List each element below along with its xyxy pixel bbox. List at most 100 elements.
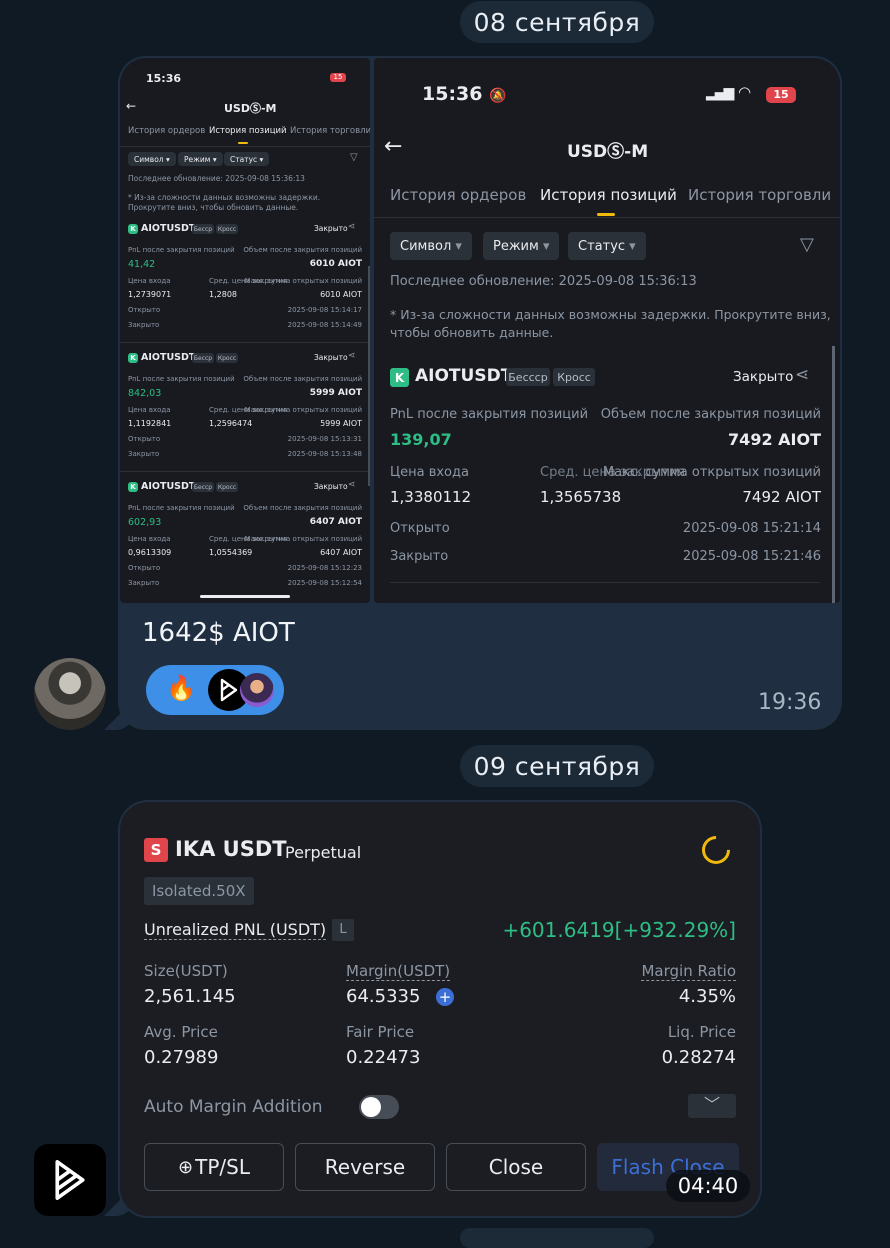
volume-value: 5999 AIOT	[309, 388, 362, 398]
closed-value: 2025-09-08 15:13:48	[287, 450, 362, 458]
home-indicator	[200, 595, 290, 598]
tag-cross: Кросс	[216, 224, 238, 234]
filter-funnel-icon: ▽	[350, 152, 358, 163]
tag-cross: Кросс	[553, 368, 595, 386]
add-circle-icon: ⊕	[178, 1156, 194, 1178]
filter-label: Статус	[230, 154, 258, 164]
divider	[120, 342, 370, 343]
filter-status: Статус ▾	[568, 232, 646, 260]
opened-label: Открыто	[128, 306, 161, 314]
long-tag: L	[332, 919, 354, 941]
tab-positions: История позиций	[209, 126, 287, 136]
tab-underline	[597, 213, 615, 216]
bot-logo-icon	[220, 678, 238, 702]
share-icon: ⋖	[348, 351, 356, 361]
closed-label: Закрыто	[128, 450, 160, 458]
filter-mode: Режим ▾	[483, 232, 560, 260]
last-update: Последнее обновление: 2025-09-08 15:36:1…	[128, 174, 305, 183]
avatar[interactable]	[34, 658, 106, 730]
volume-label: Объем после закрытия позиций	[600, 407, 821, 422]
filter-label: Режим	[493, 238, 539, 254]
auto-margin-toggle[interactable]	[359, 1095, 399, 1119]
max-value: 6407 AIOT	[320, 548, 362, 557]
max-label: Макс. сумма открытых позиций	[244, 277, 362, 285]
reverse-button[interactable]: Reverse	[295, 1143, 435, 1191]
unrealized-pnl-value: +601.6419[+932.29%]	[502, 918, 736, 942]
closed-value: 2025-09-08 15:21:46	[682, 549, 821, 564]
coin-badge: K	[390, 368, 409, 387]
share-icon[interactable]	[696, 830, 736, 870]
position-status: Закрыто	[733, 369, 794, 385]
tag-perp: Бесср	[192, 224, 214, 234]
position-status: Закрыто	[314, 224, 348, 233]
filter-symbol: Символ ▾	[128, 152, 176, 166]
opened-label: Открыто	[390, 521, 450, 536]
filter-label: Символ	[134, 154, 164, 164]
position-symbol: AIOTUSDT	[141, 352, 196, 363]
max-label: Макс. сумма открытых позиций	[244, 406, 362, 414]
size-label: Size(USDT)	[144, 962, 228, 980]
close-label: Close	[488, 1155, 544, 1179]
message-time: 04:40	[666, 1170, 750, 1202]
filter-status: Статус ▾	[224, 152, 270, 166]
signal-icon: ▂▄▆	[706, 85, 734, 101]
scrollbar	[832, 346, 835, 603]
pair-symbol: IKA USDT	[175, 837, 287, 861]
message-caption: 1642$ AIOT	[142, 618, 295, 648]
avg-price-value: 0.27989	[144, 1047, 219, 1068]
divider	[390, 582, 820, 583]
coin-badge: K	[128, 224, 138, 234]
share-icon: ⋖	[795, 365, 810, 385]
tpsl-button[interactable]: ⊕ TP/SL	[144, 1143, 284, 1191]
tab-trades: История торговли	[290, 126, 370, 136]
screenshot-thumbnail-left[interactable]: 15:36 15 ← USDⓈ-M История ордеров Истори…	[120, 58, 370, 603]
pnl-label: PnL после закрытия позиций	[390, 407, 589, 422]
filter-label: Режим	[184, 154, 211, 164]
avatar[interactable]	[34, 1144, 106, 1216]
position-symbol: AIOTUSDT	[415, 366, 513, 386]
screenshot-thumbnail-right[interactable]: 15:36 🔕 ▂▄▆ ◠ 15 ← USDⓈ-M История ордеро…	[374, 58, 840, 603]
entry-label: Цена входа	[390, 465, 469, 480]
closed-label: Закрыто	[128, 579, 160, 587]
back-arrow-icon: ←	[126, 99, 137, 113]
closed-label: Закрыто	[128, 321, 160, 329]
date-label: 08 сентября	[473, 7, 641, 37]
opened-value: 2025-09-08 15:13:31	[287, 435, 362, 443]
mute-bell-icon: 🔕	[489, 88, 507, 104]
divider	[120, 471, 370, 472]
entry-value: 1,3380112	[390, 488, 472, 506]
position-symbol: AIOTUSDT	[141, 223, 196, 234]
reverse-label: Reverse	[324, 1155, 406, 1179]
unrealized-pnl-label: Unrealized PNL (USDT)	[144, 920, 327, 940]
pnl-label: PnL после закрытия позиций	[128, 504, 235, 512]
avg-value: 1,3565738	[540, 488, 622, 506]
screen-title: USDⓈ-M	[224, 102, 277, 115]
close-button[interactable]: Close	[446, 1143, 586, 1191]
share-icon: ⋖	[348, 480, 356, 490]
entry-value: 1,2739071	[128, 290, 172, 299]
opened-label: Открыто	[128, 435, 161, 443]
screen-title: USDⓈ-M	[567, 142, 649, 162]
status-time-text: 15:36	[422, 83, 483, 105]
battery-icon: 15	[330, 73, 346, 82]
fair-price-value: 0.22473	[346, 1047, 421, 1068]
reaction-button[interactable]: 🔥	[146, 665, 284, 715]
max-label: Макс. сумма открытых позиций	[244, 535, 362, 543]
battery-icon: 15	[766, 87, 796, 103]
opened-value: 2025-09-08 15:12:23	[287, 564, 362, 572]
tag-cross: Кросс	[216, 353, 238, 363]
tab-orders: История ордеров	[128, 126, 206, 136]
size-value: 2,561.145	[144, 986, 236, 1007]
notice-line-2: чтобы обновить данные.	[390, 325, 554, 340]
date-separator: 08 сентября	[460, 1, 654, 43]
fire-emoji: 🔥	[166, 674, 196, 702]
margin-value: 64.5335	[346, 986, 421, 1007]
date-separator: 09 сентября	[460, 745, 654, 787]
add-margin-icon[interactable]: +	[436, 988, 454, 1006]
divider	[120, 146, 370, 147]
chevron-down-icon[interactable]: ﹀	[688, 1094, 736, 1118]
avg-value: 1,2596474	[209, 419, 253, 428]
status-time: 15:36 🔕	[422, 83, 507, 105]
max-value: 7492 AIOT	[742, 488, 821, 506]
entry-label: Цена входа	[128, 535, 171, 543]
